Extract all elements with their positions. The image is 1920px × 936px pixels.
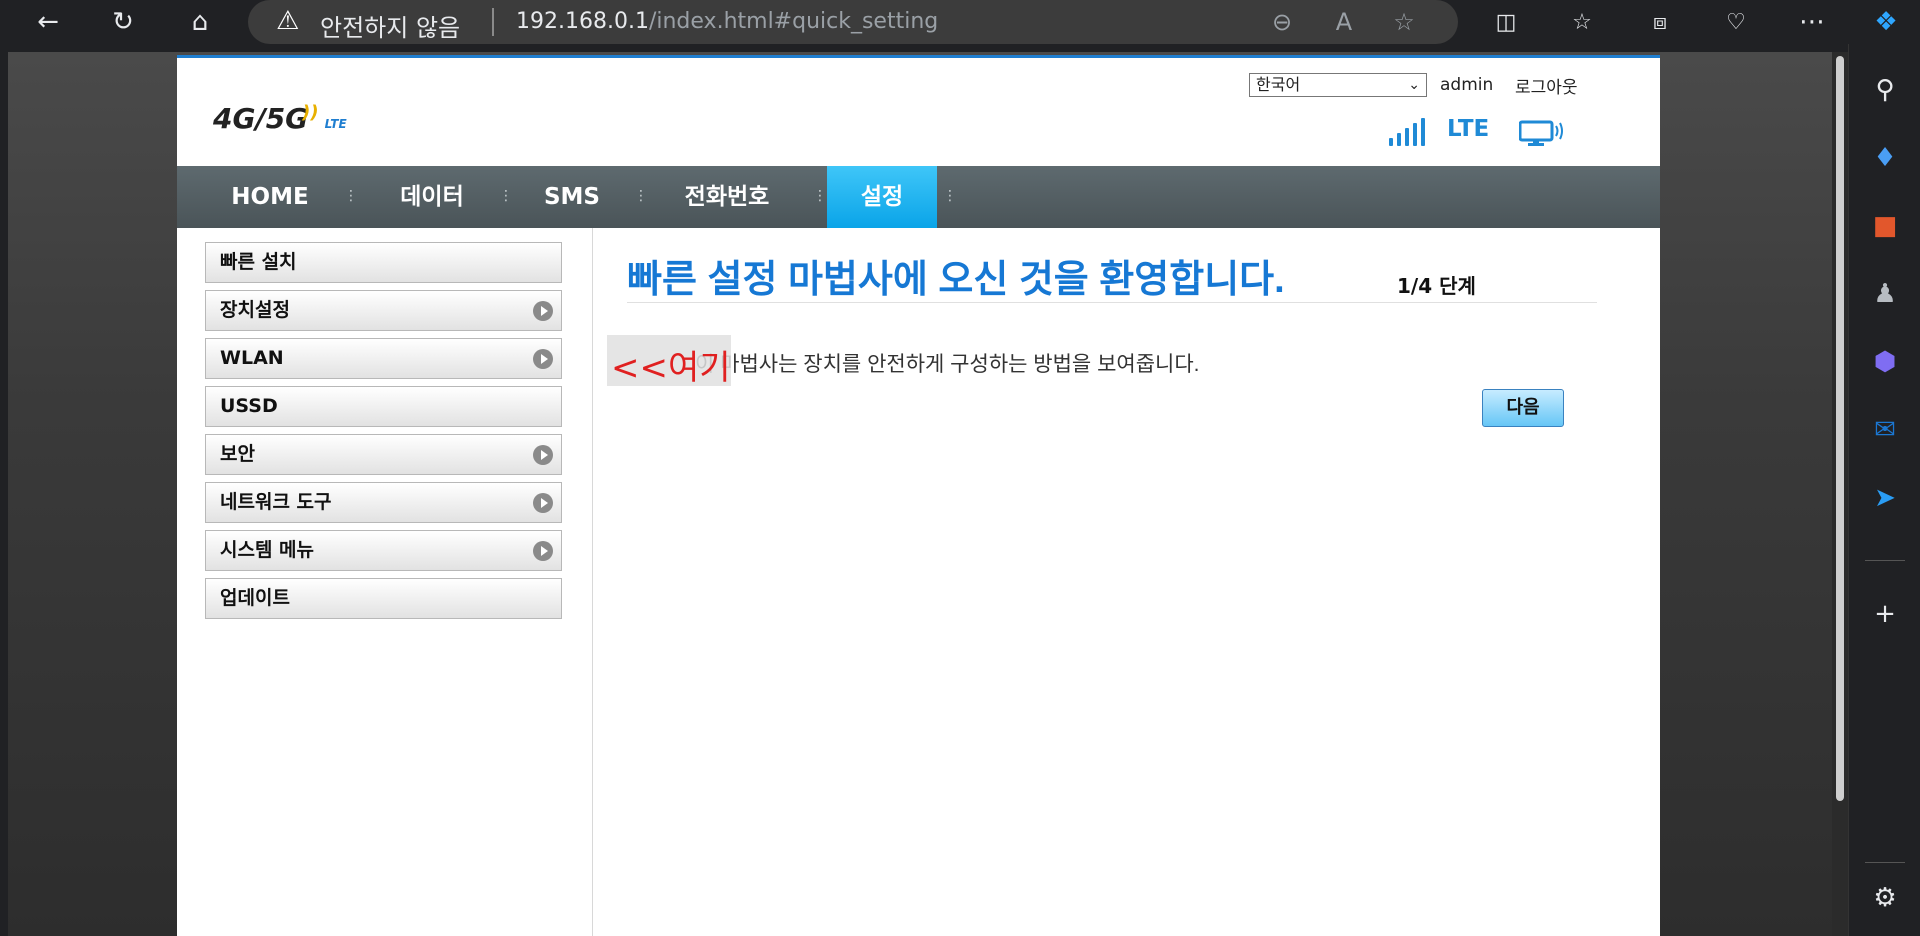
router-page: 4G/5G)) LTE 한국어 ⌄ admin 로그아웃 LTE HOME ⋮ 데이… (177, 55, 1660, 936)
menu-item-label: 시스템 메뉴 (220, 539, 315, 561)
address-separator (492, 8, 494, 36)
menu-item-label: 업데이트 (220, 587, 290, 609)
logout-link[interactable]: 로그아웃 (1515, 73, 1578, 98)
address-bar[interactable]: ⚠ 안전하지 않음 192.168.0.1/index.html#quick_s… (248, 0, 1458, 44)
nav-settings[interactable]: 설정 (827, 166, 937, 228)
logo-signal-icon: )) (302, 102, 319, 123)
menu-item-system-menu[interactable]: 시스템 메뉴 (205, 530, 562, 571)
menu-item-wlan[interactable]: WLAN (205, 338, 562, 379)
logo-sub-text: LTE (324, 117, 347, 131)
menu-item-label: USSD (220, 395, 278, 417)
microsoft365-icon[interactable]: ⬢ (1867, 344, 1903, 380)
annotation-label: <<여기 (607, 335, 731, 388)
refresh-icon[interactable]: ↻ (103, 2, 143, 42)
scrollbar-thumb[interactable] (1836, 56, 1844, 801)
browser-toolbar: ← ↻ ⌂ ⚠ 안전하지 않음 192.168.0.1/index.html#q… (0, 0, 1920, 44)
edge-sidebar: ⚲ ♦ ■ ♟ ⬢ ✉ ➤ + ⚙ (1848, 44, 1920, 936)
nav-sms[interactable]: SMS (512, 166, 632, 228)
warning-icon: ⚠ (276, 6, 300, 36)
signal-strength-icon (1389, 118, 1431, 146)
outlook-icon[interactable]: ✉ (1867, 412, 1903, 448)
nav-separator: ⋮ (344, 188, 358, 204)
nav-data[interactable]: 데이터 (362, 166, 502, 228)
menu-item-ussd[interactable]: USSD (205, 386, 562, 427)
zoom-out-icon[interactable]: ⊖ (1264, 4, 1300, 40)
drop-send-icon[interactable]: ➤ (1867, 480, 1903, 516)
settings-gear-icon[interactable]: ⚙ (1867, 880, 1903, 916)
connection-status-icon (1519, 120, 1563, 146)
copilot-icon[interactable]: ❖ (1866, 2, 1906, 42)
menu-item-network-tools[interactable]: 네트워크 도구 (205, 482, 562, 523)
menu-item-label: 장치설정 (220, 299, 290, 321)
settings-menu: 빠른 설치 장치설정 WLAN USSD 보안 네트워크 도구 시스템 메뉴 업… (205, 242, 562, 626)
menu-item-label: 빠른 설치 (220, 251, 297, 273)
language-value: 한국어 (1256, 75, 1301, 94)
nav-phonebook[interactable]: 전화번호 (647, 166, 807, 228)
menu-item-label: WLAN (220, 347, 284, 369)
annotation-text: <<여기 (611, 348, 731, 388)
heading-divider (627, 302, 1597, 303)
back-icon[interactable]: ← (28, 2, 68, 42)
security-warning-label: 안전하지 않음 (320, 14, 461, 42)
nav-separator: ⋮ (943, 188, 957, 204)
menu-item-label: 네트워크 도구 (220, 491, 332, 513)
add-icon[interactable]: + (1867, 596, 1903, 632)
menu-item-quick-setup[interactable]: 빠른 설치 (205, 242, 562, 283)
expand-arrow-icon (533, 445, 553, 465)
home-icon[interactable]: ⌂ (180, 2, 220, 42)
wizard-description: 이 마법사는 장치를 안전하게 구성하는 방법을 보여줍니다. (695, 353, 1200, 376)
menu-item-device-settings[interactable]: 장치설정 (205, 290, 562, 331)
language-select[interactable]: 한국어 ⌄ (1249, 73, 1427, 97)
nav-home[interactable]: HOME (205, 166, 335, 228)
network-type-label: LTE (1447, 116, 1490, 142)
logo-text: 4G/5G (213, 102, 309, 135)
favorite-star-icon[interactable]: ☆ (1386, 4, 1422, 40)
nav-separator: ⋮ (634, 188, 648, 204)
menu-item-security[interactable]: 보안 (205, 434, 562, 475)
brand-logo: 4G/5G)) LTE (213, 102, 347, 135)
next-button[interactable]: 다음 (1482, 389, 1564, 427)
expand-arrow-icon (533, 541, 553, 561)
read-aloud-icon[interactable]: A (1326, 4, 1362, 40)
url-text[interactable]: 192.168.0.1/index.html#quick_setting (516, 9, 938, 34)
admin-label: admin (1440, 75, 1494, 95)
collections-icon[interactable]: ⧈ (1640, 2, 1680, 42)
browser-health-icon[interactable]: ♡ (1716, 2, 1756, 42)
nav-separator: ⋮ (499, 188, 513, 204)
url-path: /index.html#quick_setting (648, 9, 939, 34)
games-icon[interactable]: ♟ (1867, 276, 1903, 312)
sidebar-divider-bottom (1865, 862, 1905, 863)
favorites-icon[interactable]: ☆ (1562, 2, 1602, 42)
shopping-tag-icon[interactable]: ♦ (1867, 140, 1903, 176)
content-divider (592, 228, 593, 936)
sidebar-divider (1865, 560, 1905, 561)
chevron-down-icon: ⌄ (1408, 77, 1420, 93)
tools-briefcase-icon[interactable]: ■ (1867, 208, 1903, 244)
url-host: 192.168.0.1 (516, 9, 649, 34)
expand-arrow-icon (533, 301, 553, 321)
split-screen-icon[interactable]: ◫ (1486, 2, 1526, 42)
nav-separator: ⋮ (813, 188, 827, 204)
wizard-heading: 빠른 설정 마법사에 오신 것을 환영합니다. (627, 259, 1285, 301)
search-icon[interactable]: ⚲ (1867, 72, 1903, 108)
main-nav: HOME ⋮ 데이터 ⋮ SMS ⋮ 전화번호 ⋮ 설정 ⋮ (177, 166, 1660, 228)
more-options-icon[interactable]: ⋯ (1792, 2, 1832, 42)
menu-item-update[interactable]: 업데이트 (205, 578, 562, 619)
wizard-step-indicator: 1/4 단계 (1397, 274, 1476, 298)
vertical-scrollbar[interactable] (1832, 52, 1848, 936)
expand-arrow-icon (533, 349, 553, 369)
menu-item-label: 보안 (220, 443, 255, 465)
expand-arrow-icon (533, 493, 553, 513)
